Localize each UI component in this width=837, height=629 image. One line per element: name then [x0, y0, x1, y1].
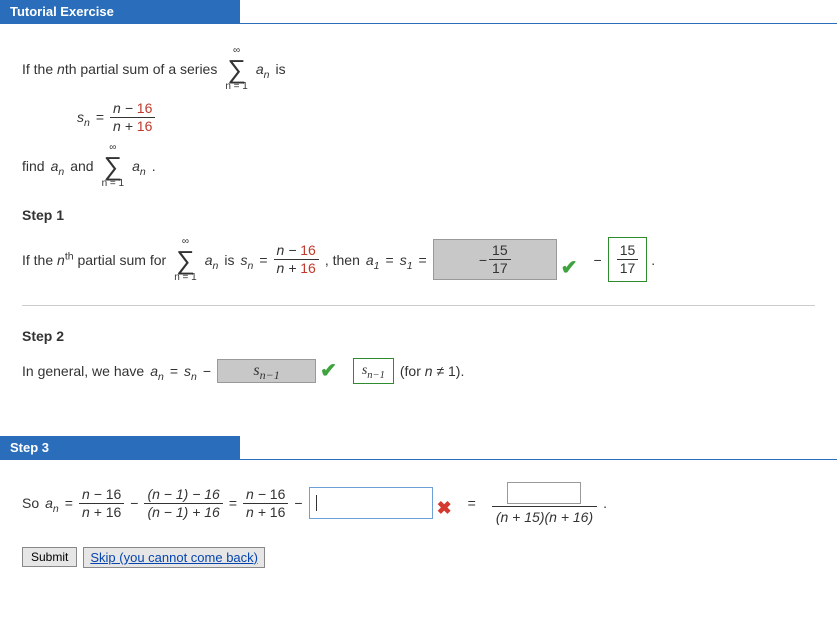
checkmark-icon: ✔	[320, 358, 337, 383]
step1-heading: Step 1	[22, 207, 815, 223]
intro-text: If the nth partial sum of a series	[22, 61, 217, 77]
step2-correct-box: sn−1	[353, 358, 394, 384]
step2-answer-box[interactable]: sn−1	[217, 359, 316, 383]
find-line: find an and ∞ ∑ n = 1 an.	[22, 143, 815, 189]
step3-header: Step 3	[0, 436, 240, 459]
divider	[22, 305, 815, 306]
step3-input-1[interactable]	[309, 487, 433, 519]
cross-icon: ✖	[437, 498, 452, 519]
intro-is: is	[276, 61, 286, 77]
sum-term: an	[256, 61, 270, 77]
step2-content: In general, we have an = sn − sn−1 ✔ sn−…	[22, 358, 815, 384]
step3-input-2[interactable]	[507, 482, 581, 504]
step1-content: If the nth partial sum for ∞ ∑ n = 1 an …	[22, 237, 815, 283]
submit-button[interactable]: Submit	[22, 547, 77, 567]
step2-heading: Step 2	[22, 328, 815, 344]
sigma-icon-intro: ∞ ∑ n = 1	[225, 46, 248, 92]
text-cursor-icon	[316, 495, 317, 511]
intro-line-1: If the nth partial sum of a series ∞ ∑ n…	[22, 46, 815, 92]
step1-correct-box: 15 17	[608, 237, 648, 282]
sigma-icon-find: ∞ ∑ n = 1	[102, 143, 125, 189]
tutorial-header: Tutorial Exercise	[0, 0, 240, 23]
step1-answer-box[interactable]: − 15 17	[433, 239, 557, 280]
sigma-icon-step1: ∞ ∑ n = 1	[174, 237, 197, 283]
sn-definition: sn = n − 16 n + 16	[77, 100, 815, 135]
skip-link[interactable]: Skip (you cannot come back)	[83, 547, 265, 568]
step3-content: So an = n − 16 n + 16 − (n − 1) − 16 (n …	[22, 482, 815, 525]
checkmark-icon: ✔	[561, 255, 578, 280]
step3-final-fraction: (n + 15)(n + 16)	[492, 482, 597, 525]
